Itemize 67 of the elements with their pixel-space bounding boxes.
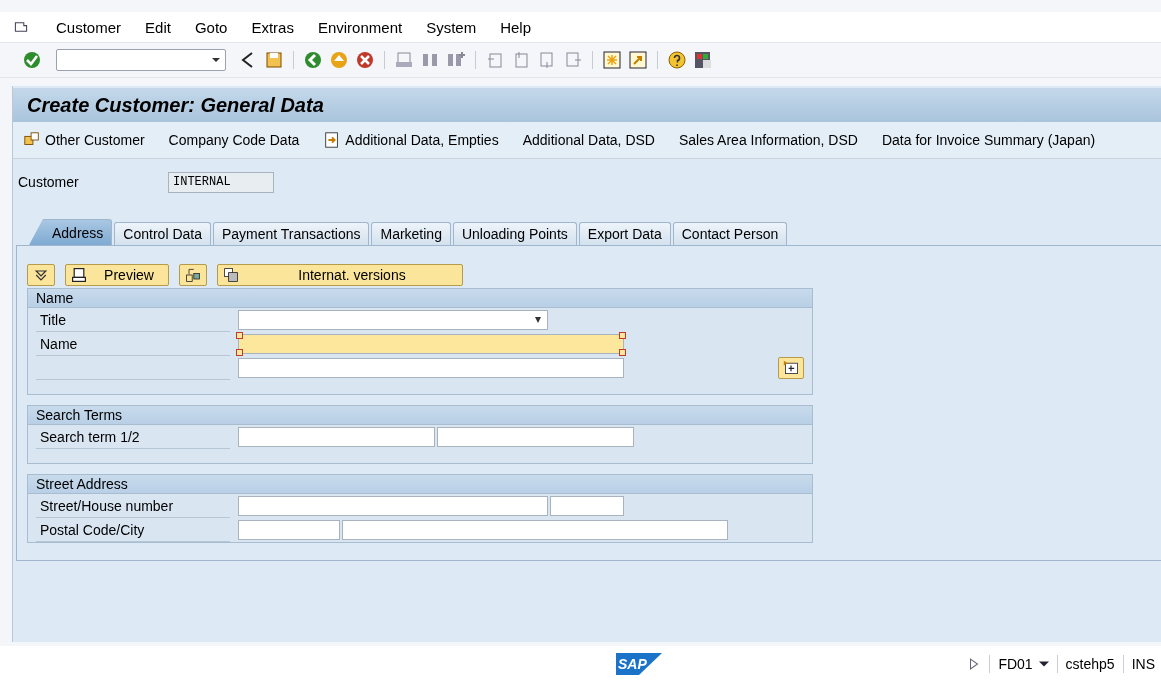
menu-item[interactable]: Help xyxy=(488,18,544,36)
group-title: Search Terms xyxy=(28,406,812,425)
caret-icon xyxy=(533,317,543,323)
layout-icon[interactable] xyxy=(693,50,713,70)
toolbar-button[interactable]: Additional Data, DSD xyxy=(522,132,655,148)
menu-item[interactable]: Environment xyxy=(305,18,415,36)
tab[interactable]: Control Data xyxy=(114,222,211,245)
dropdown-field[interactable] xyxy=(238,310,548,330)
input-field[interactable] xyxy=(342,520,728,540)
windows-icon xyxy=(222,267,240,283)
toolbar-button[interactable]: Preview xyxy=(65,264,169,286)
input-field[interactable] xyxy=(550,496,624,516)
field-label: Customer xyxy=(18,174,80,190)
input-mode: INS xyxy=(1131,656,1155,672)
tab[interactable]: Contact Person xyxy=(672,222,788,245)
toolbar-button[interactable]: Internat. versions xyxy=(217,264,463,286)
input-field[interactable] xyxy=(238,334,624,354)
command-field[interactable] xyxy=(56,49,226,71)
printer-icon xyxy=(70,267,88,283)
expand-button[interactable] xyxy=(778,357,804,379)
input-field[interactable] xyxy=(238,520,340,540)
input-field[interactable] xyxy=(238,358,624,378)
caret-icon xyxy=(1038,659,1049,669)
input-field[interactable] xyxy=(238,427,435,447)
tab[interactable]: Unloading Points xyxy=(452,222,577,245)
menu-icon[interactable] xyxy=(12,20,30,34)
exit-icon[interactable] xyxy=(329,50,349,70)
field-label: Postal Code/City xyxy=(36,518,230,542)
group-title: Name xyxy=(28,289,812,308)
toolbar-button[interactable]: Sales Area Information, DSD xyxy=(678,132,858,148)
collapse-icon xyxy=(32,267,50,283)
shortcut-icon[interactable] xyxy=(628,50,648,70)
cancel-icon[interactable] xyxy=(355,50,375,70)
tab[interactable]: Address xyxy=(29,219,113,245)
save-icon[interactable] xyxy=(264,50,284,70)
help-icon[interactable] xyxy=(667,50,687,70)
tab[interactable]: Marketing xyxy=(371,222,451,245)
field-label: Name xyxy=(36,332,230,356)
transaction-code[interactable]: FD01 xyxy=(998,656,1049,672)
screen-title: Create Customer: General Data xyxy=(13,88,1161,122)
check-icon[interactable] xyxy=(22,50,42,70)
server-name: cstehp5 xyxy=(1065,656,1115,672)
input-field[interactable] xyxy=(238,496,548,516)
menu-item[interactable]: Extras xyxy=(239,18,306,36)
toolbar-button[interactable]: Company Code Data xyxy=(168,132,300,148)
field-label: Title xyxy=(36,308,230,332)
input-field[interactable] xyxy=(437,427,634,447)
field-label: Street/House number xyxy=(36,494,230,518)
toolbar-button[interactable]: Additional Data, Empties xyxy=(323,131,499,149)
field-label: Search term 1/2 xyxy=(36,425,230,449)
tab[interactable]: Payment Transactions xyxy=(212,222,370,245)
print-icon[interactable] xyxy=(394,50,414,70)
toolbar-button[interactable] xyxy=(179,264,207,286)
toolbar-button[interactable]: Other Customer xyxy=(23,131,145,149)
customer-field: INTERNAL xyxy=(168,171,274,193)
menu-item[interactable]: System xyxy=(414,18,489,36)
menu-item[interactable]: Edit xyxy=(133,18,183,36)
menu-item[interactable]: Goto xyxy=(182,18,240,36)
back-icon[interactable] xyxy=(303,50,323,70)
toolbar-button[interactable] xyxy=(27,264,55,286)
toolbar-button[interactable]: Data for Invoice Summary (Japan) xyxy=(881,132,1096,148)
tab[interactable]: Export Data xyxy=(578,222,671,245)
caret-icon xyxy=(211,55,221,65)
menu-item[interactable]: Customer xyxy=(44,18,134,36)
group-title: Street Address xyxy=(28,475,812,494)
window-plus-icon xyxy=(782,360,800,376)
sap-logo: SAP xyxy=(616,653,662,675)
